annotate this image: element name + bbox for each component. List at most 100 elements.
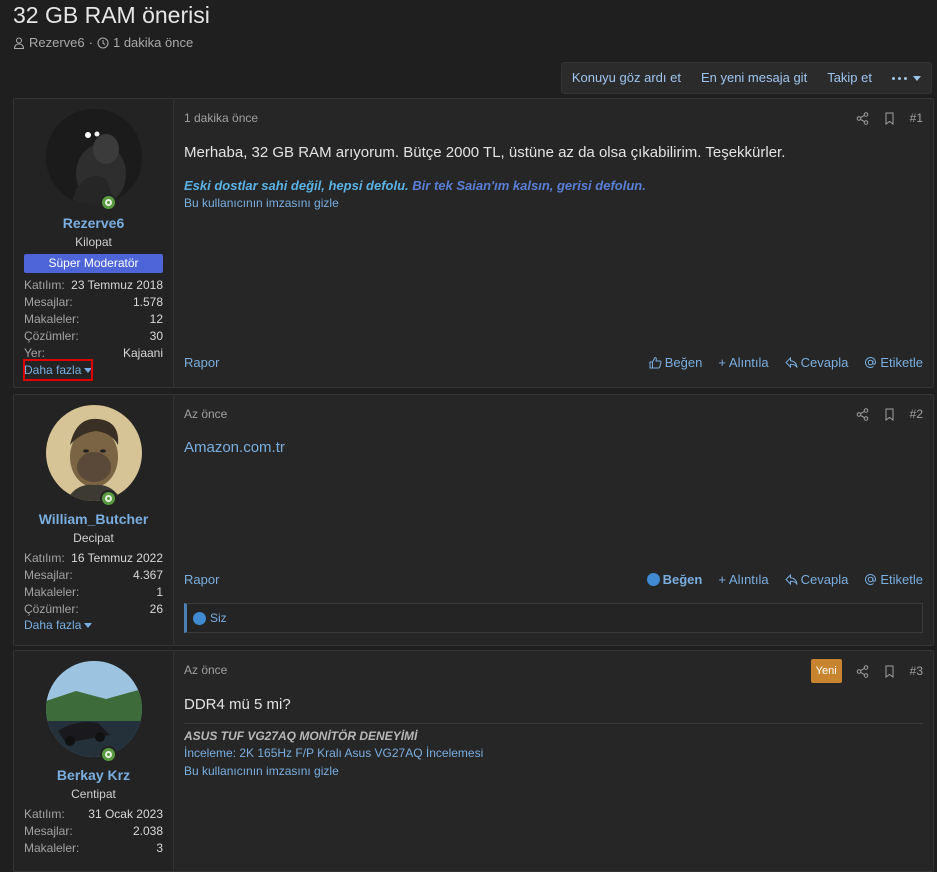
user-stats: Katılım: 23 Temmuz 2018 Mesajlar: 1.578 Ma… — [24, 277, 163, 362]
signature-title: ASUS TUF VG27AQ MONİTÖR DENEYİMİ — [184, 729, 418, 743]
bookmark-icon[interactable] — [883, 112, 896, 125]
role-badge: Süper Moderatör — [24, 254, 163, 273]
stat-row: Mesajlar: 1.578 — [24, 295, 163, 309]
post-content: Az önce #2 Amazon.com.tr Rapor Beğen + Al… — [184, 395, 923, 645]
share-icon[interactable] — [856, 111, 869, 125]
thread-author[interactable]: Rezerve6 — [29, 35, 85, 50]
like-button[interactable]: Beğen — [649, 355, 702, 370]
user-icon — [13, 36, 25, 49]
at-icon — [865, 574, 877, 585]
online-indicator-icon — [100, 490, 117, 507]
newest-post-button[interactable]: En yeni mesaja git — [691, 63, 817, 93]
post-number[interactable]: #1 — [910, 107, 923, 129]
stat-row: Katılım: 16 Temmuz 2022 — [24, 551, 163, 565]
reply-icon — [784, 573, 798, 586]
like-button-active[interactable]: Beğen — [646, 572, 702, 587]
stat-row: Makaleler: 3 — [24, 841, 163, 855]
thread-time[interactable]: 1 dakika önce — [113, 35, 193, 50]
bookmark-icon[interactable] — [883, 408, 896, 421]
quote-button[interactable]: + Alıntıla — [718, 572, 768, 587]
thumbs-up-icon — [193, 611, 206, 625]
user-stats: Katılım: 16 Temmuz 2022 Mesajlar: 4.367 Ma… — [24, 550, 163, 618]
meta-separator: · — [88, 35, 93, 50]
more-info-link[interactable]: Daha fazla — [24, 618, 93, 632]
likes-list[interactable]: Siz — [210, 611, 227, 625]
hide-signature-link[interactable]: Bu kullanıcının imzasını gizle — [184, 196, 339, 210]
follow-button[interactable]: Takip et — [817, 63, 882, 93]
post-user-cell: Berkay Krz Centipat Katılım: 31 Ocak 2023… — [14, 651, 174, 871]
avatar[interactable] — [46, 405, 142, 501]
at-icon — [865, 357, 877, 368]
post-2: William_Butcher Decipat Katılım: 16 Temmu… — [13, 394, 934, 646]
report-link[interactable]: Rapor — [184, 355, 219, 370]
reply-button[interactable]: Cevapla — [784, 572, 848, 587]
stat-row: Çözümler: 30 — [24, 329, 163, 343]
reply-icon — [784, 356, 798, 369]
user-title: Kilopat — [75, 235, 112, 249]
signature: Eski dostlar sahi değil, hepsi defolu. B… — [184, 178, 646, 193]
bookmark-icon[interactable] — [883, 665, 896, 678]
user-title: Decipat — [73, 531, 114, 545]
post-footer: Rapor Beğen + Alıntıla Cevapla Etiketle — [184, 572, 923, 592]
online-indicator-icon — [100, 746, 117, 763]
post-time[interactable]: Az önce — [184, 663, 227, 677]
ellipsis-icon — [892, 76, 895, 80]
post-link[interactable]: Amazon.com.tr — [184, 439, 923, 456]
signature-divider — [184, 723, 923, 724]
user-title: Centipat — [71, 787, 116, 801]
chevron-down-icon — [913, 75, 921, 81]
share-icon[interactable] — [856, 407, 869, 421]
stat-row: Mesajlar: 2.038 — [24, 824, 163, 838]
report-link[interactable]: Rapor — [184, 572, 219, 587]
signature-part-2: Bir tek Saian'ım kalsın, gerisi defolun. — [412, 178, 646, 193]
post-3: Berkay Krz Centipat Katılım: 31 Ocak 2023… — [13, 650, 934, 872]
clock-icon — [97, 36, 109, 49]
username[interactable]: Rezerve6 — [14, 215, 173, 231]
thumbs-up-icon — [649, 356, 662, 369]
post-content: Az önce Yeni #3 DDR4 mü 5 mi? ASUS TUF V… — [184, 651, 923, 871]
user-stats: Katılım: 31 Ocak 2023 Mesajlar: 2.038 Maka… — [24, 806, 163, 857]
thumbs-up-icon — [646, 573, 660, 586]
signature-link[interactable]: İnceleme: 2K 165Hz F/P Kralı Asus VG27AQ… — [184, 746, 483, 760]
share-icon[interactable] — [856, 664, 869, 678]
reply-button[interactable]: Cevapla — [784, 355, 848, 370]
stat-row: Makaleler: 12 — [24, 312, 163, 326]
post-footer: Rapor Beğen + Alıntıla Cevapla Etiketle — [184, 355, 923, 375]
avatar[interactable] — [46, 661, 142, 757]
avatar[interactable] — [46, 109, 142, 205]
post-1: Rezerve6 Kilopat Süper Moderatör Katılım… — [13, 98, 934, 388]
stat-row: Katılım: 31 Ocak 2023 — [24, 807, 163, 821]
tag-button[interactable]: Etiketle — [864, 572, 923, 587]
post-header: 1 dakika önce #1 — [184, 107, 923, 129]
post-header: Az önce #2 — [184, 403, 923, 425]
signature-part-1: Eski dostlar sahi değil, hepsi defolu. — [184, 178, 413, 193]
quote-button[interactable]: + Alıntıla — [718, 355, 768, 370]
stat-row: Mesajlar: 4.367 — [24, 568, 163, 582]
more-options-button[interactable] — [882, 75, 931, 81]
stat-row: Katılım: 23 Temmuz 2018 — [24, 278, 163, 292]
post-body: Merhaba, 32 GB RAM arıyorum. Bütçe 2000 … — [184, 144, 786, 161]
ignore-thread-button[interactable]: Konuyu göz ardı et — [562, 63, 691, 93]
page-title: 32 GB RAM önerisi — [13, 2, 210, 28]
post-header: Az önce Yeni #3 — [184, 659, 923, 683]
hide-signature-link[interactable]: Bu kullanıcının imzasını gizle — [184, 764, 339, 778]
online-indicator-icon — [100, 194, 117, 211]
post-number[interactable]: #3 — [910, 660, 923, 682]
thread-actions: Konuyu göz ardı et En yeni mesaja git Ta… — [560, 62, 932, 94]
username[interactable]: Berkay Krz — [14, 767, 173, 783]
post-number[interactable]: #2 — [910, 403, 923, 425]
post-user-cell: William_Butcher Decipat Katılım: 16 Temmu… — [14, 395, 174, 645]
post-time[interactable]: Az önce — [184, 407, 227, 421]
username[interactable]: William_Butcher — [14, 511, 173, 527]
stat-row: Çözümler: 26 — [24, 602, 163, 616]
post-user-cell: Rezerve6 Kilopat Süper Moderatör Katılım… — [14, 99, 174, 387]
highlight-box — [23, 359, 93, 381]
likes-summary: Siz — [184, 603, 923, 633]
thread-meta: Rezerve6 · 1 dakika önce — [13, 35, 193, 50]
chevron-down-icon — [84, 622, 93, 628]
post-time[interactable]: 1 dakika önce — [184, 111, 258, 125]
tag-button[interactable]: Etiketle — [864, 355, 923, 370]
stat-row: Makaleler: 1 — [24, 585, 163, 599]
post-content: 1 dakika önce #1 Merhaba, 32 GB RAM arıy… — [184, 99, 923, 387]
post-body: DDR4 mü 5 mi? — [184, 696, 291, 713]
